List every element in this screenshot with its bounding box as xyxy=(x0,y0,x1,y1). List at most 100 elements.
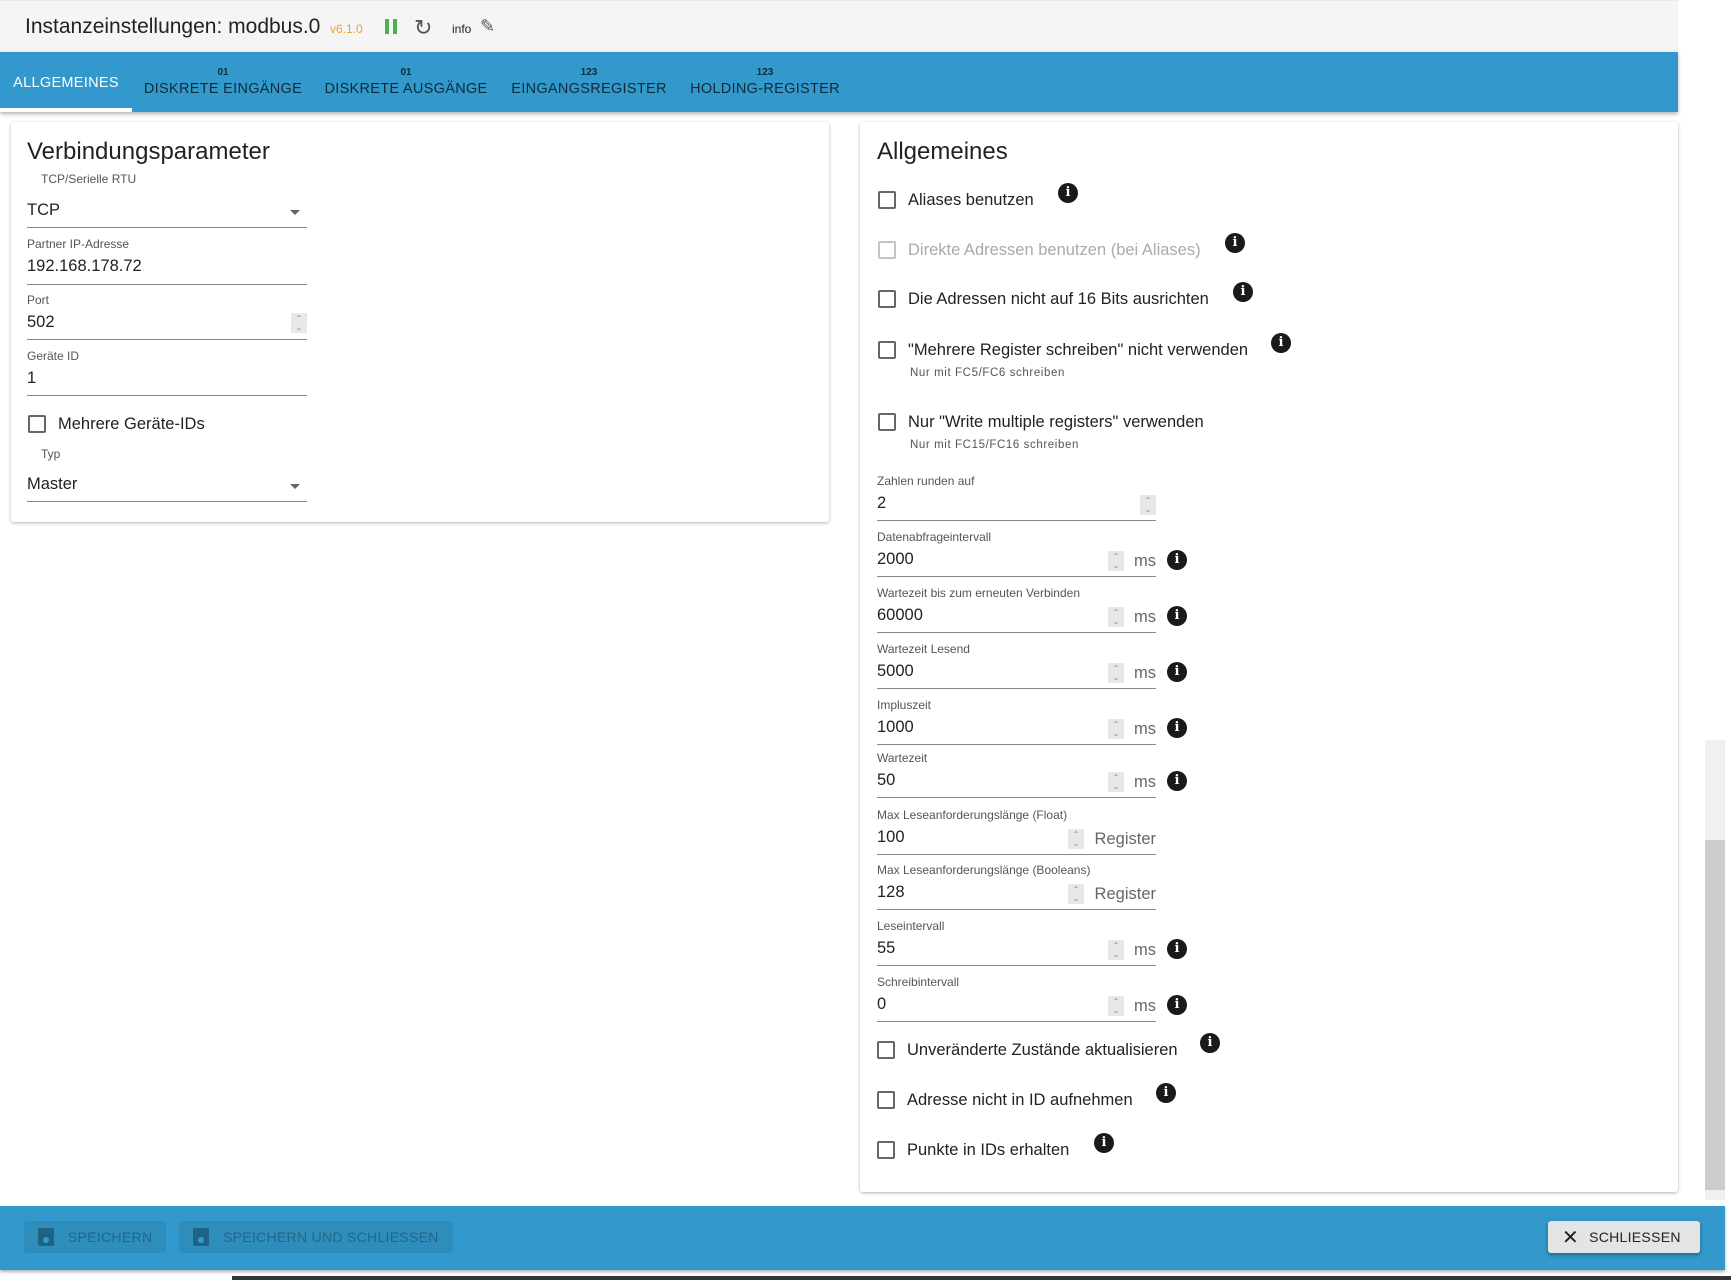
info-icon[interactable]: i xyxy=(1167,606,1187,626)
divider xyxy=(877,688,1156,689)
divider xyxy=(877,1021,1156,1022)
chevron-down-icon xyxy=(290,484,300,489)
stepper[interactable]: ⌃ ⌄ xyxy=(1140,495,1156,515)
version-label: v6.1.0 xyxy=(330,22,363,36)
field-label: Impluszeit xyxy=(877,698,932,712)
number-input[interactable]: 60000 xyxy=(877,606,1077,625)
checkbox[interactable] xyxy=(878,191,896,209)
binary-icon: 01 xyxy=(400,67,412,78)
stepper[interactable]: ⌃ ⌄ xyxy=(1108,940,1124,960)
refresh-icon[interactable]: ↻ xyxy=(414,15,432,41)
field-label: Datenabfrageintervall xyxy=(877,530,992,544)
info-link[interactable]: info xyxy=(452,22,471,36)
pencil-icon[interactable]: ✎ xyxy=(480,16,495,37)
info-icon[interactable]: i xyxy=(1167,662,1187,682)
info-icon[interactable]: i xyxy=(1167,939,1187,959)
number-input[interactable]: 100 xyxy=(877,828,1077,847)
scrollbar-thumb[interactable] xyxy=(1705,840,1725,1190)
unit-label: Register xyxy=(1094,830,1156,848)
checkbox[interactable] xyxy=(877,1041,895,1059)
close-label: SCHLIESSEN xyxy=(1589,1229,1681,1245)
info-icon[interactable]: i xyxy=(1167,995,1187,1015)
stepper[interactable]: ⌃ ⌄ xyxy=(1108,607,1124,627)
divider xyxy=(877,576,1156,577)
close-button[interactable]: ✕ SCHLIESSEN xyxy=(1548,1221,1700,1253)
number-input[interactable]: 5000 xyxy=(877,662,1077,681)
checkbox-label: Direkte Adressen benutzen (bei Aliases) xyxy=(908,241,1201,259)
stepper[interactable]: ⌃ ⌄ xyxy=(1068,829,1084,849)
info-icon[interactable]: i xyxy=(1200,1033,1220,1053)
number-input[interactable]: 2 xyxy=(877,494,1077,513)
checkbox xyxy=(878,241,896,259)
unit-label: ms xyxy=(1134,941,1156,959)
info-icon[interactable]: i xyxy=(1271,333,1291,353)
device-id-input[interactable]: 1 xyxy=(27,369,307,388)
number-input[interactable]: 1000 xyxy=(877,718,1077,737)
unit-label: ms xyxy=(1134,997,1156,1015)
tab-holding-register[interactable]: 123 HOLDING-REGISTER xyxy=(684,52,846,112)
general-card xyxy=(860,122,1678,1192)
ip-label: Partner IP-Adresse xyxy=(27,237,130,251)
number-input[interactable]: 50 xyxy=(877,771,1077,790)
tab-allgemeines[interactable]: ALLGEMEINES xyxy=(0,52,132,112)
info-icon[interactable]: i xyxy=(1167,550,1187,570)
number-input[interactable]: 0 xyxy=(877,995,1077,1014)
info-icon[interactable]: i xyxy=(1233,282,1253,302)
stepper[interactable]: ⌃ ⌄ xyxy=(1108,772,1124,792)
type-select[interactable]: Master xyxy=(27,475,307,501)
info-icon[interactable]: i xyxy=(1167,771,1187,791)
chevron-down-icon xyxy=(290,210,300,215)
unit-label: Register xyxy=(1094,885,1156,903)
number-input[interactable]: 55 xyxy=(877,939,1077,958)
unit-label: ms xyxy=(1134,720,1156,738)
number-input[interactable]: 2000 xyxy=(877,550,1077,569)
unit-label: ms xyxy=(1134,552,1156,570)
tab-label: EINGANGSREGISTER xyxy=(511,81,667,97)
multi-device-checkbox[interactable] xyxy=(28,415,46,433)
checkbox-hint: Nur mit FC15/FC16 schreiben xyxy=(910,439,1079,451)
stepper[interactable]: ⌃ ⌄ xyxy=(1068,884,1084,904)
checkbox[interactable] xyxy=(878,413,896,431)
port-input[interactable]: 502 xyxy=(27,313,277,332)
info-icon[interactable]: i xyxy=(1058,183,1078,203)
stepper[interactable]: ⌃ ⌄ xyxy=(1108,551,1124,571)
divider xyxy=(27,339,307,340)
tab-diskrete-eingaenge[interactable]: 01 DISKRETE EINGÄNGE xyxy=(140,52,306,112)
ip-input[interactable]: 192.168.178.72 xyxy=(27,257,307,276)
stepper[interactable]: ⌃ ⌄ xyxy=(1108,719,1124,739)
tab-eingangsregister[interactable]: 123 EINGANGSREGISTER xyxy=(506,52,672,112)
pause-icon[interactable] xyxy=(385,19,397,34)
save-and-close-button[interactable]: SPEICHERN UND SCHLIESSEN xyxy=(179,1221,453,1253)
divider xyxy=(27,227,307,228)
mode-select[interactable]: TCP xyxy=(27,201,307,227)
type-label: Typ xyxy=(41,447,61,461)
binary-icon: 01 xyxy=(217,67,229,78)
checkbox[interactable] xyxy=(878,290,896,308)
info-icon[interactable]: i xyxy=(1167,718,1187,738)
divider xyxy=(877,744,1156,745)
stepper[interactable]: ⌃ ⌄ xyxy=(1108,663,1124,683)
save-label: SPEICHERN xyxy=(68,1229,153,1245)
info-icon[interactable]: i xyxy=(1156,1083,1176,1103)
checkbox[interactable] xyxy=(878,341,896,359)
stepper[interactable]: ⌃ ⌄ xyxy=(1108,996,1124,1016)
number-input[interactable]: 128 xyxy=(877,883,1077,902)
numeric-icon: 123 xyxy=(580,67,598,78)
save-button[interactable]: SPEICHERN xyxy=(24,1221,167,1253)
info-icon[interactable]: i xyxy=(1225,233,1245,253)
divider xyxy=(27,501,307,502)
divider xyxy=(877,520,1156,521)
checkbox[interactable] xyxy=(877,1091,895,1109)
multi-device-label: Mehrere Geräte-IDs xyxy=(58,415,205,433)
tab-diskrete-ausgaenge[interactable]: 01 DISKRETE AUSGÄNGE xyxy=(320,52,492,112)
field-label: Zahlen runden auf xyxy=(877,474,975,488)
checkbox-label: Aliases benutzen xyxy=(908,191,1034,209)
field-label: Wartezeit xyxy=(877,751,928,765)
checkbox-label: Punkte in IDs erhalten xyxy=(907,1141,1070,1159)
info-icon[interactable]: i xyxy=(1094,1133,1114,1153)
checkbox[interactable] xyxy=(877,1141,895,1159)
divider xyxy=(27,395,307,396)
field-label: Max Leseanforderungslänge (Float) xyxy=(877,808,1068,822)
page-title: Instanzeinstellungen: modbus.0 xyxy=(25,15,321,38)
port-stepper[interactable]: ⌃ ⌄ xyxy=(291,313,307,333)
